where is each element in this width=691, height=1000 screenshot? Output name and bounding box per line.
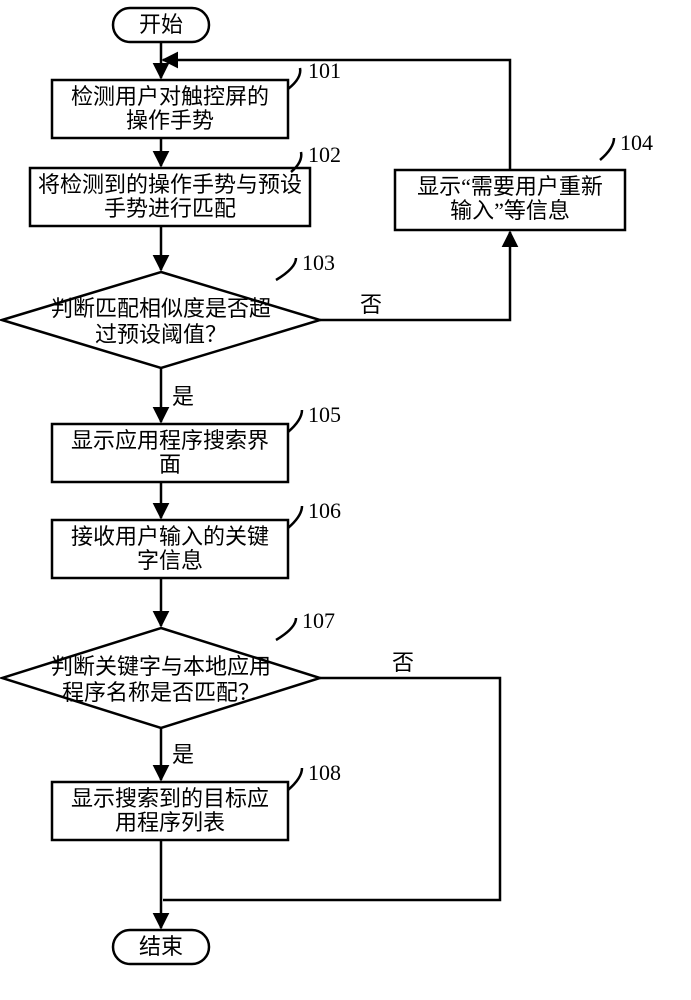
edge-107-yes-label: 是 <box>172 742 194 767</box>
step-102: 将检测到的操作手势与预设 手势进行匹配 <box>30 168 310 226</box>
edge-103-no-label: 否 <box>360 292 382 317</box>
step-106-line1: 接收用户输入的关键 <box>71 524 269 549</box>
decision-103-line2: 过预设阈值？ <box>95 322 227 347</box>
step-104: 显示“需要用户重新 输入”等信息 <box>395 170 625 230</box>
step-106-line2: 字信息 <box>137 548 203 573</box>
edge-103-yes-label: 是 <box>172 384 194 409</box>
callout-106 <box>288 506 302 528</box>
decision-107: 判断关键字与本地应用 程序名称是否匹配？ <box>2 628 320 728</box>
edge-103-no-104 <box>320 232 510 320</box>
terminal-end: 结束 <box>113 930 209 964</box>
step-105-line2: 面 <box>159 452 181 477</box>
step-104-line2: 输入”等信息 <box>450 198 570 223</box>
decision-107-line1: 判断关键字与本地应用 <box>51 654 271 679</box>
decision-103-num: 103 <box>302 250 335 275</box>
step-102-line1: 将检测到的操作手势与预设 <box>38 172 302 197</box>
step-101-line1: 检测用户对触控屏的 <box>71 84 269 109</box>
callout-104 <box>600 138 614 160</box>
step-104-num: 104 <box>620 130 653 155</box>
step-101: 检测用户对触控屏的 操作手势 <box>52 80 288 138</box>
step-106-num: 106 <box>308 498 341 523</box>
edge-107-no-label: 否 <box>392 650 414 675</box>
step-106: 接收用户输入的关键 字信息 <box>52 520 288 578</box>
step-108-num: 108 <box>308 760 341 785</box>
step-101-num: 101 <box>308 58 341 83</box>
step-105: 显示应用程序搜索界 面 <box>52 424 288 482</box>
step-108: 显示搜索到的目标应 用程序列表 <box>52 782 288 840</box>
step-108-line1: 显示搜索到的目标应 <box>71 786 269 811</box>
decision-107-num: 107 <box>302 608 335 633</box>
decision-107-line2: 程序名称是否匹配？ <box>62 680 260 705</box>
callout-107 <box>276 618 296 640</box>
decision-103-line1: 判断匹配相似度是否超 <box>51 296 271 321</box>
callout-103 <box>276 258 296 280</box>
callout-105 <box>288 410 302 432</box>
step-104-line1: 显示“需要用户重新 <box>417 174 603 199</box>
terminal-end-label: 结束 <box>139 934 183 959</box>
step-102-num: 102 <box>308 142 341 167</box>
step-102-line2: 手势进行匹配 <box>104 196 236 221</box>
step-108-line2: 用程序列表 <box>115 810 225 835</box>
decision-103: 判断匹配相似度是否超 过预设阈值？ <box>2 272 320 368</box>
terminal-start-label: 开始 <box>139 12 183 37</box>
callout-101 <box>288 68 300 89</box>
step-101-line2: 操作手势 <box>126 108 214 133</box>
step-105-num: 105 <box>308 402 341 427</box>
callout-108 <box>288 768 302 790</box>
step-105-line1: 显示应用程序搜索界 <box>71 428 269 453</box>
terminal-start: 开始 <box>113 8 209 42</box>
